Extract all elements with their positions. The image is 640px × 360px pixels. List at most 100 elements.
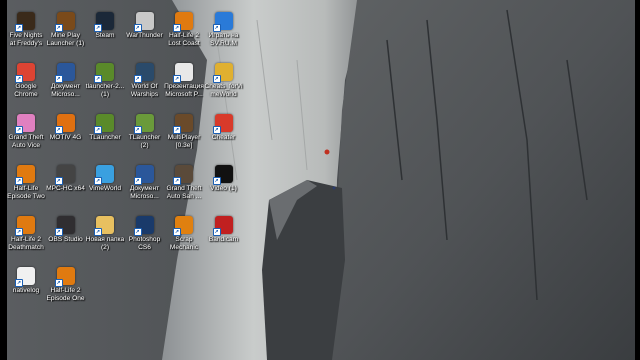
desktop-shortcut[interactable]: ↗ Играть на SV.RU.M	[204, 12, 244, 47]
desktop-shortcut[interactable]: ↗ Video (1)	[204, 165, 244, 193]
desktop-shortcut[interactable]: ↗ Новая папка (2)	[85, 216, 125, 251]
word-icon: ↗	[133, 165, 154, 185]
shortcut-arrow-icon: ↗	[15, 177, 23, 185]
desktop-shortcut[interactable]: ↗ Half-Life 2 Lost Coast	[164, 12, 204, 47]
desktop-shortcut[interactable]: ↗ Five Nights at Freddy's	[6, 12, 46, 47]
desktop-shortcut[interactable]: ↗ Презентация Microsoft P...	[164, 63, 204, 98]
desktop-shortcut-label: Cheater	[211, 134, 236, 141]
grass-block-icon: ↗	[94, 63, 114, 83]
desktop-shortcut-label: Grand Theft Auto San ...	[166, 185, 202, 200]
desktop-shortcut[interactable]: ↗ OBS Studio	[46, 216, 86, 244]
shortcut-arrow-icon: ↗	[173, 75, 181, 83]
half-life-icon: ↗	[54, 267, 75, 287]
steam-icon: ↗	[94, 12, 114, 32]
desktop-shortcut[interactable]: ↗ Mine Play Launcher (1)	[46, 12, 86, 47]
desktop-shortcut[interactable]: ↗ Photoshop CS6	[125, 216, 165, 251]
desktop-shortcut-label: Новая папка (2)	[85, 236, 125, 251]
desktop-shortcut[interactable]: ↗ MultiPlayer [0.3e]	[164, 114, 204, 149]
desktop-shortcut-label: Google Chrome	[14, 83, 38, 98]
swirl-icon: ↗	[212, 12, 233, 32]
desktop-shortcut[interactable]: ↗ nativelog	[6, 267, 46, 295]
desktop-shortcut[interactable]: ↗ Bandicam	[204, 216, 244, 244]
shortcut-arrow-icon: ↗	[54, 228, 63, 236]
shortcut-arrow-icon: ↗	[212, 177, 221, 185]
desktop-shortcut[interactable]: ↗ Half-Life Episode Two	[6, 165, 46, 200]
desktop-shortcut[interactable]: ↗ Документ Microso...	[125, 165, 165, 200]
desktop-shortcut[interactable]: ↗ MOTIV 4G	[46, 114, 86, 142]
gta-san-icon: ↗	[173, 165, 193, 185]
half-life-icon: ↗	[173, 12, 193, 32]
zip-icon: ↗	[212, 63, 233, 83]
desktop-shortcut[interactable]: ↗ Google Chrome	[6, 63, 46, 98]
desktop-shortcut-label: Photoshop CS6	[128, 236, 161, 251]
desktop-shortcut[interactable]: ↗ TLauncher (2)	[125, 114, 165, 149]
desktop-shortcut[interactable]: ↗ MPC-HC x64	[46, 165, 86, 193]
desktop-shortcut-label: Документ Microso...	[50, 83, 81, 98]
shortcut-arrow-icon: ↗	[15, 279, 23, 287]
letterbox-right	[635, 0, 640, 360]
shortcut-arrow-icon: ↗	[133, 75, 142, 83]
shortcut-arrow-icon: ↗	[133, 24, 142, 32]
desktop-shortcut-label: nativelog	[12, 287, 40, 294]
shortcut-arrow-icon: ↗	[94, 177, 102, 185]
desktop-shortcut-label: Документ Microso...	[129, 185, 160, 200]
desktop-shortcut[interactable]: ↗ World Of Warships	[125, 63, 165, 98]
desktop-shortcut-label: Grand Theft Auto Vice	[8, 134, 44, 149]
shortcut-arrow-icon: ↗	[94, 228, 102, 236]
desktop-shortcut[interactable]: ↗ Grand Theft Auto Vice	[6, 114, 46, 149]
desktop-shortcut[interactable]: ↗ Half-Life 2 Episode One	[46, 267, 86, 302]
presentation-icon: ↗	[173, 63, 193, 83]
film-icon: ↗	[54, 165, 75, 185]
shortcut-arrow-icon: ↗	[94, 126, 102, 134]
shortcut-arrow-icon: ↗	[15, 228, 23, 236]
desktop-shortcut-label: VimeWorld	[88, 185, 121, 192]
desktop-shortcut[interactable]: ↗ Cheats_forVimeWorld	[204, 63, 244, 98]
desktop-shortcut[interactable]: ↗ Cheater	[204, 114, 244, 142]
desktop-shortcut[interactable]: ↗ Grand Theft Auto San ...	[164, 165, 204, 200]
desktop-shortcut-label: Презентация Microsoft P...	[164, 83, 204, 98]
desktop-shortcut-label: TLauncher	[89, 134, 121, 141]
shortcut-arrow-icon: ↗	[94, 24, 102, 32]
shortcut-arrow-icon: ↗	[54, 126, 63, 134]
desktop-shortcut-label: MOTIV 4G	[49, 134, 82, 141]
photoshop-icon: ↗	[133, 216, 154, 236]
shortcut-arrow-icon: ↗	[212, 126, 221, 134]
desktop-shortcut[interactable]: ↗ tlauncher-2... (1)	[85, 63, 125, 98]
gear-icon: ↗	[54, 114, 75, 134]
shortcut-arrow-icon: ↗	[173, 177, 181, 185]
desktop-shortcut-label: Играть на SV.RU.M	[208, 32, 239, 47]
desktop-shortcut[interactable]: ↗ VimeWorld	[85, 165, 125, 193]
shortcut-arrow-icon: ↗	[212, 228, 221, 236]
game-icon: ↗	[15, 12, 35, 32]
desktop-shortcut-label: Half-Life Episode Two	[7, 185, 45, 200]
desktop-shortcut-label: tlauncher-2... (1)	[85, 83, 125, 98]
multiplayer-icon: ↗	[173, 114, 193, 134]
anchor-icon: ↗	[133, 63, 154, 83]
shortcut-arrow-icon: ↗	[133, 177, 142, 185]
shortcut-arrow-icon: ↗	[212, 24, 221, 32]
desktop-shortcut[interactable]: ↗ Документ Microso...	[46, 63, 86, 98]
desktop-shortcut-label: MultiPlayer [0.3e]	[167, 134, 201, 149]
desktop-shortcut-label: Half-Life 2 Lost Coast	[168, 32, 200, 47]
desktop-shortcut[interactable]: ↗ Scrap Mechanic	[164, 216, 204, 251]
desktop-shortcut-label: MPC-HC x64	[46, 185, 85, 192]
desktop-shortcut-label: Video (1)	[210, 185, 237, 192]
desktop-shortcut[interactable]: ↗ Steam	[85, 12, 125, 40]
scrap-icon: ↗	[173, 216, 193, 236]
desktop-shortcut[interactable]: ↗ Half-Life 2 Deathmatch	[6, 216, 46, 251]
grass-block-icon: ↗	[94, 114, 114, 134]
text-file-icon: ↗	[15, 267, 35, 287]
word-icon: ↗	[54, 63, 75, 83]
desktop-shortcut-label: World Of Warships	[130, 83, 159, 98]
desktop-shortcut[interactable]: ↗ TLauncher	[85, 114, 125, 142]
obs-icon: ↗	[54, 216, 75, 236]
half-life-icon: ↗	[15, 216, 35, 236]
shortcut-arrow-icon: ↗	[15, 75, 23, 83]
half-life-icon: ↗	[15, 165, 35, 185]
grass-block-icon: ↗	[133, 114, 154, 134]
desktop-shortcut[interactable]: ↗ WarThunder	[125, 12, 165, 40]
shortcut-arrow-icon: ↗	[15, 24, 23, 32]
desktop-shortcut-label: WarThunder	[126, 32, 163, 39]
shortcut-arrow-icon: ↗	[133, 126, 142, 134]
shortcut-arrow-icon: ↗	[54, 75, 63, 83]
